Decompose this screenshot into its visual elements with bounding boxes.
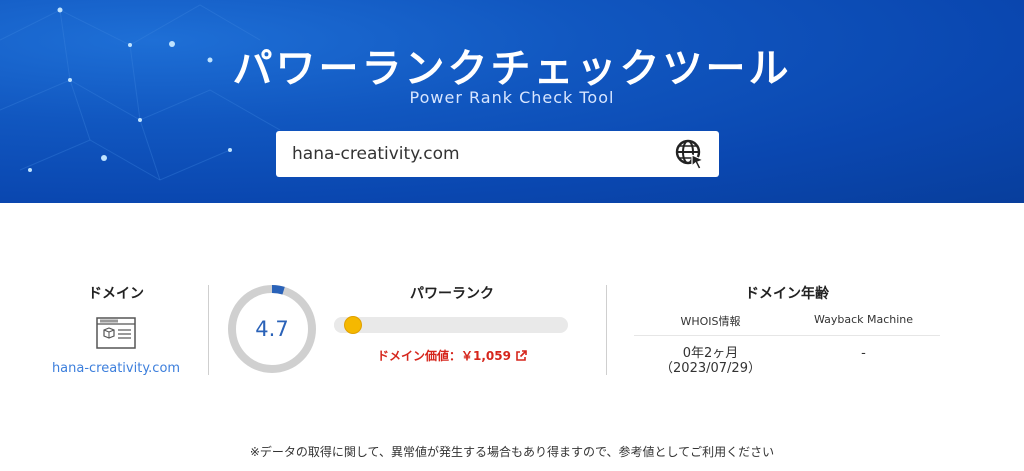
whois-header: WHOIS情報	[680, 315, 741, 328]
domain-value-text: ドメイン価値：￥1,059	[377, 349, 511, 363]
whois-age: 0年2ヶ月	[682, 346, 739, 361]
website-icon	[96, 317, 136, 349]
power-rank-score: 4.7	[255, 317, 289, 341]
domain-age-label: ドメイン年齢	[745, 286, 829, 302]
wayback-header: Wayback Machine	[813, 313, 914, 326]
globe-cursor-icon	[675, 139, 705, 170]
page-title: パワーランクチェックツール	[232, 46, 792, 92]
rank-bar-knob	[344, 316, 363, 334]
page-subtitle: Power Rank Check Tool	[409, 88, 615, 107]
disclaimer-note: ※データの取得に関して、異常値が発生する場合もあり得ますので、参考値としてご利用…	[249, 445, 775, 459]
power-rank-column: パワーランク ドメイン価値：￥1,059	[334, 283, 570, 364]
domain-label: ドメイン	[88, 286, 144, 302]
domain-column: ドメイン hana-creativity.com	[40, 283, 192, 376]
domain-link[interactable]: hana-creativity.com	[40, 361, 192, 376]
whois-date: （2023/07/29）	[660, 361, 761, 376]
domain-age-column: ドメイン年齢 WHOIS情報 Wayback Machine 0年2ヶ月 （20…	[634, 283, 940, 376]
external-link-icon	[516, 349, 527, 361]
domain-value-link[interactable]: ドメイン価値：￥1,059	[334, 347, 570, 364]
domain-age-row: 0年2ヶ月 （2023/07/29） -	[634, 346, 940, 376]
check-button[interactable]	[673, 137, 707, 171]
column-divider	[606, 285, 607, 375]
domain-age-header: WHOIS情報 Wayback Machine	[634, 313, 940, 336]
wayback-value: -	[861, 346, 866, 361]
column-divider	[208, 285, 209, 375]
domain-search-box	[276, 131, 719, 177]
domain-input[interactable]	[276, 131, 656, 177]
whois-cell: 0年2ヶ月 （2023/07/29）	[634, 346, 787, 376]
power-rank-bar	[334, 316, 568, 334]
power-rank-label: パワーランク	[410, 286, 494, 302]
result-panel: ドメイン hana-creativity.com 4.7 パワーランク ドメイン…	[0, 203, 1024, 471]
hero-banner: パワーランクチェックツール Power Rank Check Tool	[0, 0, 1024, 203]
